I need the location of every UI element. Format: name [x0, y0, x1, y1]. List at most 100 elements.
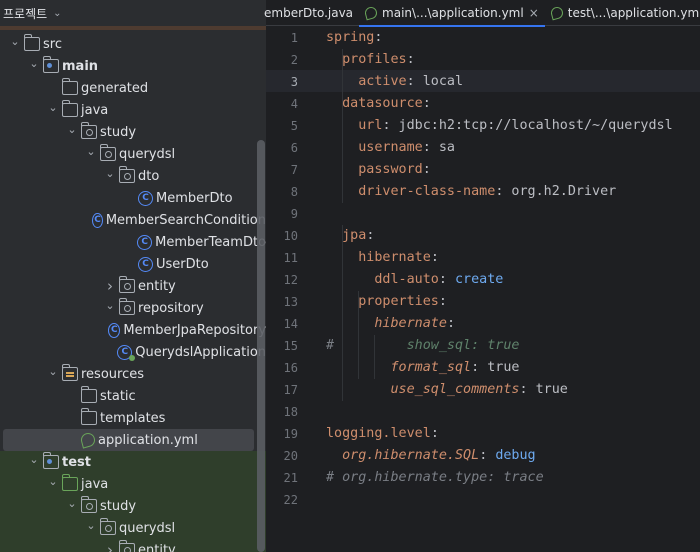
tree-node-querydslapplication[interactable]: C QuerydslApplication [0, 341, 266, 363]
tree-node-label: templates [100, 410, 166, 426]
project-view-header[interactable]: 프로젝트 ⌄ [0, 0, 266, 26]
code-token: ddl-auto [374, 272, 439, 287]
tree-node-static[interactable]: static [0, 385, 266, 407]
tree-node-querydsl[interactable]: ⌄ querydsl [0, 517, 266, 539]
code-token: : local [406, 74, 464, 89]
tree-node-memberteamdto[interactable]: C MemberTeamDto [0, 231, 266, 253]
code-line[interactable]: spring: [326, 27, 382, 49]
code-token: spring [326, 30, 375, 45]
tree-node-java[interactable]: ⌄ java [0, 99, 266, 121]
source-root-folder-icon [43, 56, 59, 73]
tree-node-src[interactable]: ⌄ src [0, 33, 266, 55]
tree-node-study[interactable]: ⌄ study [0, 495, 266, 517]
tree-node-label: application.yml [98, 432, 198, 448]
code-line[interactable]: jpa: [326, 225, 374, 247]
code-line[interactable]: password: [326, 159, 431, 181]
tree-node-querydsl[interactable]: ⌄ querydsl [0, 143, 266, 165]
spring-class-icon: C [117, 344, 136, 361]
tree-node-memberdto[interactable]: C MemberDto [0, 187, 266, 209]
code-token: profiles [342, 52, 407, 67]
chevron-right-icon[interactable]: › [103, 277, 117, 295]
code-token: # org.hibernate.type: trace [326, 470, 544, 485]
yaml-file-icon [79, 431, 97, 449]
tree-node-repository[interactable]: ⌄ repository [0, 297, 266, 319]
tree-scrollbar[interactable] [257, 140, 265, 552]
editor-tab[interactable]: emberDto.java [260, 0, 359, 26]
tree-node-label: MemberTeamDto [155, 234, 266, 250]
chevron-down-icon[interactable]: ⌄ [84, 519, 98, 532]
editor-tab[interactable]: test\...\application.yml [545, 0, 700, 26]
chevron-down-icon[interactable]: ⌄ [27, 57, 41, 70]
code-token: : true [519, 382, 568, 397]
tree-node-test[interactable]: ⌄ test [0, 451, 266, 473]
tree-node-study[interactable]: ⌄ study [0, 121, 266, 143]
package-icon [119, 540, 135, 552]
code-line[interactable]: url: jdbc:h2:tcp://localhost/~/querydsl [326, 115, 672, 137]
code-token: properties [358, 294, 439, 309]
tree-node-memberjparepository[interactable]: C MemberJpaRepository [0, 319, 266, 341]
tree-node-entity[interactable]: › entity [0, 539, 266, 552]
tree-node-membersearchcondition[interactable]: C MemberSearchCondition [0, 209, 266, 231]
tree-node-resources[interactable]: ⌄ resources [0, 363, 266, 385]
project-title[interactable]: 프로젝트 [3, 5, 47, 22]
code-line[interactable]: # show_sql: true [326, 335, 520, 357]
tree-node-label: study [100, 498, 137, 514]
line-number: 14 [283, 317, 298, 331]
chevron-down-icon[interactable]: ⌄ [65, 497, 79, 510]
chevron-down-icon[interactable]: ⌄ [46, 365, 60, 378]
code-line[interactable]: ddl-auto: create [326, 269, 503, 291]
code-token: : [422, 162, 431, 177]
tree-node-generated[interactable]: generated [0, 77, 266, 99]
code-line[interactable]: hibernate: [326, 247, 439, 269]
tree-node-main[interactable]: ⌄ main [0, 55, 266, 77]
code-line[interactable]: username: sa [326, 137, 455, 159]
code-token: : [438, 294, 447, 309]
code-area[interactable]: spring: profiles: active: local datasour… [326, 26, 700, 552]
code-line[interactable]: use_sql_comments: true [326, 379, 568, 401]
code-token: hibernate [374, 316, 447, 331]
chevron-down-icon[interactable]: ⌄ [103, 299, 117, 312]
tree-node-entity[interactable]: › entity [0, 275, 266, 297]
code-line[interactable]: org.hibernate.SQL: debug [326, 445, 536, 467]
tree-node-label: src [43, 36, 62, 52]
close-icon[interactable]: × [529, 6, 539, 20]
package-icon [81, 496, 97, 513]
tree-node-java[interactable]: ⌄ java [0, 473, 266, 495]
yaml-icon [363, 5, 379, 20]
code-line[interactable]: format_sql: true [326, 357, 520, 379]
package-icon [119, 276, 135, 293]
chevron-down-icon[interactable]: ⌄ [84, 145, 98, 158]
tree-node-templates[interactable]: templates [0, 407, 266, 429]
code-line[interactable]: active: local [326, 71, 463, 93]
code-line[interactable]: driver-class-name: org.h2.Driver [326, 181, 616, 203]
tree-node-label: main [62, 58, 99, 74]
chevron-down-icon[interactable]: ⌄ [46, 475, 60, 488]
code-line[interactable]: hibernate: [326, 313, 455, 335]
tree-node-label: querydsl [119, 520, 176, 536]
editor-tab-label: emberDto.java [264, 5, 354, 20]
editor-tab[interactable]: main\...\application.yml × [359, 0, 545, 27]
code-line[interactable]: datasource: [326, 93, 431, 115]
tree-node-userdto[interactable]: C UserDto [0, 253, 266, 275]
tree-node-application-yml[interactable]: application.yml [3, 429, 254, 451]
line-number: 13 [283, 295, 298, 309]
chevron-down-icon[interactable]: ⌄ [27, 453, 41, 466]
tree-node-dto[interactable]: ⌄ dto [0, 165, 266, 187]
code-line[interactable]: # org.hibernate.type: trace [326, 467, 544, 489]
chevron-right-icon[interactable]: › [103, 541, 117, 552]
chevron-down-icon[interactable]: ⌄ [65, 123, 79, 136]
code-line[interactable]: logging.level: [326, 423, 439, 445]
line-number: 11 [283, 251, 298, 265]
chevron-down-icon[interactable]: ⌄ [8, 35, 22, 48]
chevron-down-icon[interactable]: ⌄ [46, 101, 60, 114]
code-line[interactable]: properties: [326, 291, 447, 313]
line-number: 6 [290, 141, 298, 155]
chevron-down-icon[interactable]: ⌄ [103, 167, 117, 180]
line-number: 12 [283, 273, 298, 287]
code-line[interactable]: profiles: [326, 49, 415, 71]
test-source-folder-icon [62, 474, 78, 491]
chevron-down-icon[interactable]: ⌄ [53, 8, 61, 19]
